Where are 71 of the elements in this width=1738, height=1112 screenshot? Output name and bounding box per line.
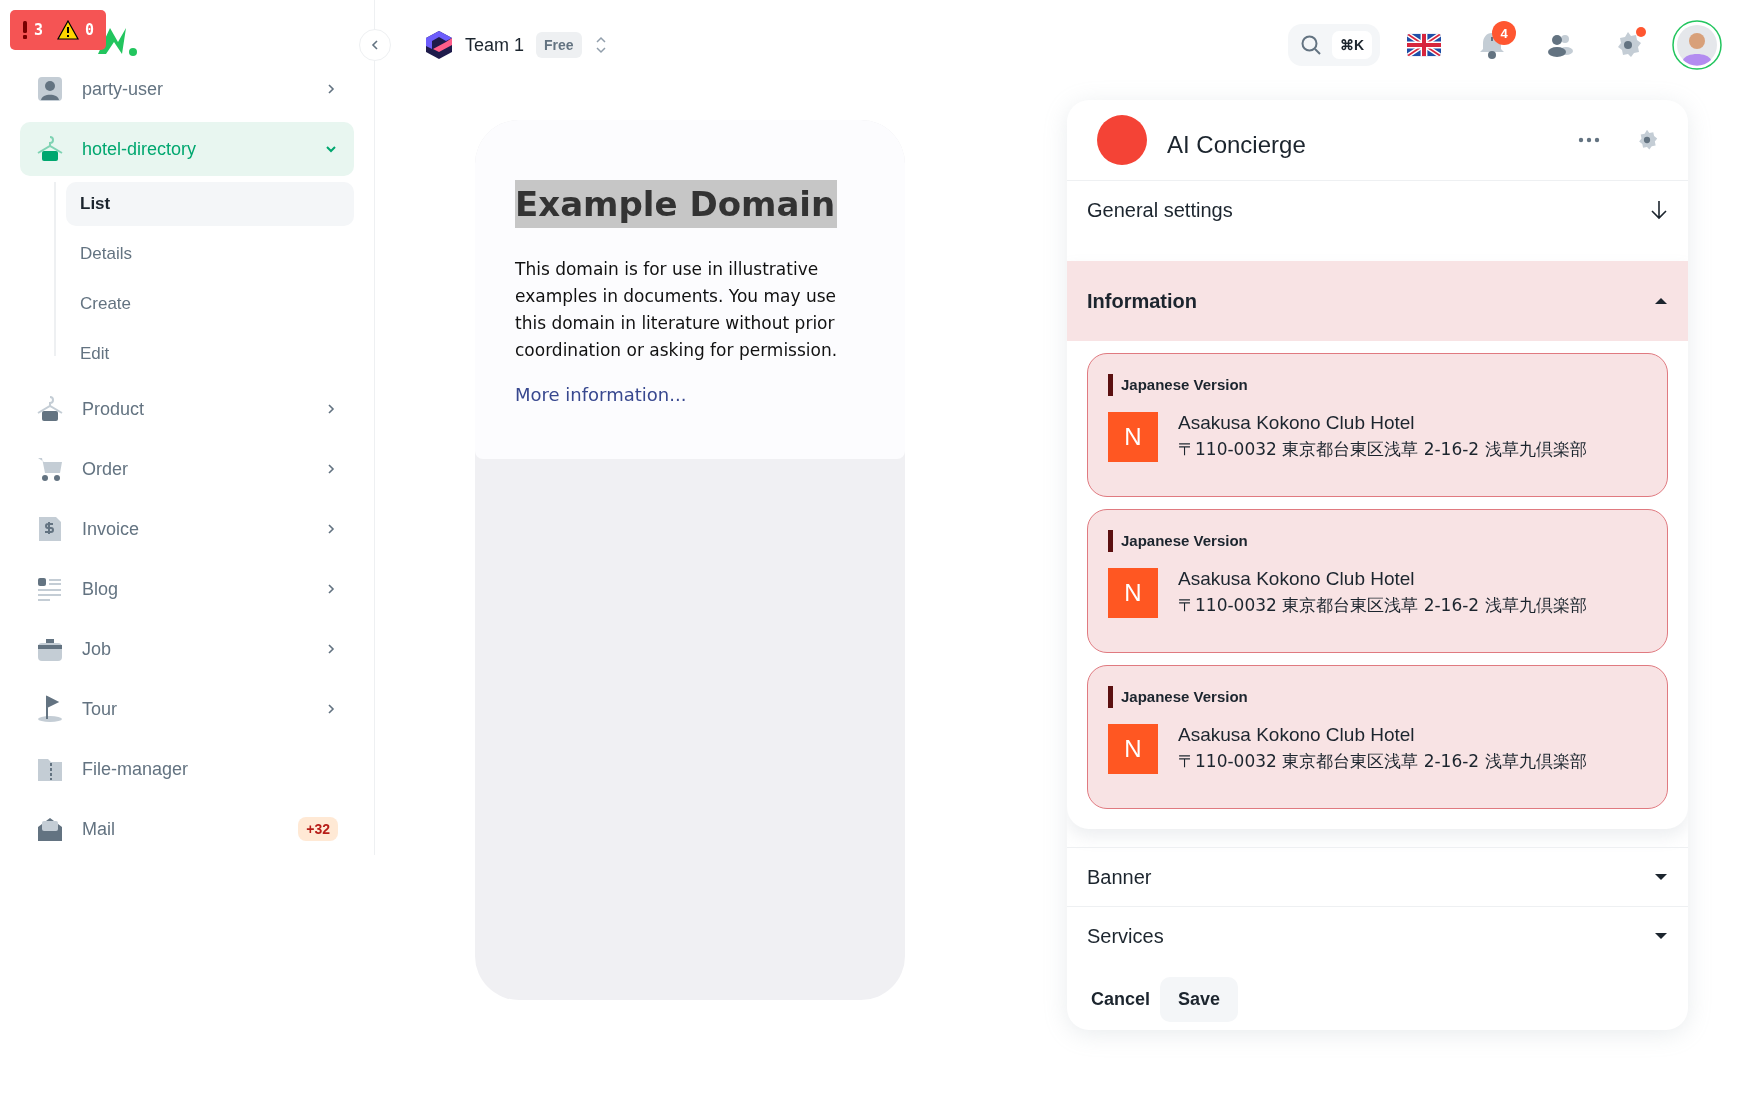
- version-tag: Japanese Version: [1108, 530, 1248, 552]
- submenu-item[interactable]: Details: [66, 232, 354, 276]
- team-name[interactable]: Team 1: [465, 34, 525, 56]
- notification-count: 4: [1492, 21, 1516, 45]
- sidebar-item[interactable]: Product: [20, 382, 354, 436]
- submenu-item[interactable]: Create: [66, 282, 354, 326]
- invoice-icon: [36, 515, 64, 543]
- avatar: [1097, 115, 1147, 165]
- caret-icon: [1654, 932, 1668, 940]
- sidebar-item[interactable]: File-manager: [20, 742, 354, 796]
- hotel-name: Asakusa Kokono Club Hotel: [1178, 412, 1416, 434]
- exclamation-icon: [22, 21, 28, 39]
- version-tag: Japanese Version: [1108, 686, 1248, 708]
- more-info-link[interactable]: More information...: [515, 384, 687, 405]
- sort-icon[interactable]: [593, 35, 608, 55]
- section-header[interactable]: Services: [1067, 906, 1688, 965]
- blog-icon: [36, 575, 64, 603]
- cart-icon: [36, 455, 64, 483]
- hanger-icon: [36, 395, 64, 423]
- avatar[interactable]: [1672, 20, 1722, 70]
- count-badge: +32: [298, 817, 338, 841]
- section-header[interactable]: General settings: [1067, 181, 1688, 261]
- hanger-icon: [36, 135, 64, 163]
- search-icon: [1299, 34, 1322, 56]
- arrow-down-icon: [1650, 199, 1668, 221]
- sidebar-item[interactable]: party-user: [20, 62, 354, 116]
- panel-title: AI Concierge: [1167, 130, 1307, 159]
- submenu-item[interactable]: Edit: [66, 332, 354, 376]
- caret-icon: [1654, 297, 1668, 305]
- sidebar-item[interactable]: hotel-directory: [20, 122, 354, 176]
- search-button[interactable]: ⌘K: [1287, 24, 1380, 66]
- cancel-button[interactable]: Cancel: [1087, 977, 1155, 1022]
- hotel-address: 〒110-0032 東京都台東区浅草 2-16-2 浅草九倶楽部: [1178, 750, 1587, 773]
- chevron-icon: [370, 39, 380, 51]
- page-heading: Example Domain: [515, 180, 838, 228]
- initial-avatar: N: [1108, 568, 1158, 618]
- hotel-name: Asakusa Kokono Club Hotel: [1178, 724, 1416, 746]
- sidebar-item[interactable]: Job: [20, 622, 354, 676]
- more-icon[interactable]: [1578, 137, 1600, 143]
- hotel-name: Asakusa Kokono Club Hotel: [1178, 568, 1416, 590]
- caret-icon: [1654, 873, 1668, 881]
- error-count: 3: [34, 21, 44, 39]
- user-icon: [36, 75, 64, 103]
- warning-icon: [57, 20, 80, 40]
- sidebar-item[interactable]: Invoice: [20, 502, 354, 556]
- settings-icon[interactable]: [1636, 129, 1658, 151]
- contacts-icon[interactable]: [1547, 33, 1573, 57]
- mail-icon: [36, 815, 64, 843]
- page-paragraph: This domain is for use in illustrative examples in documents. You may use this domain in literature without prior coordination or asking for permission.: [515, 258, 839, 362]
- section-header[interactable]: Banner: [1067, 847, 1688, 906]
- version-tag: Japanese Version: [1108, 374, 1248, 396]
- warning-count: 0: [85, 21, 95, 39]
- hotel-address: 〒110-0032 東京都台東区浅草 2-16-2 浅草九倶楽部: [1178, 594, 1587, 617]
- flag-icon: [36, 695, 64, 723]
- sidebar-item[interactable]: Tour: [20, 682, 354, 736]
- team-logo-icon: [425, 30, 453, 60]
- hotel-address: 〒110-0032 東京都台東区浅草 2-16-2 浅草九倶楽部: [1178, 438, 1587, 461]
- error-badge[interactable]: 3 0: [10, 10, 107, 50]
- sidebar-item[interactable]: Blog: [20, 562, 354, 616]
- sidebar-item[interactable]: Mail +32: [20, 802, 354, 855]
- save-button[interactable]: Save: [1160, 977, 1239, 1022]
- initial-avatar: N: [1108, 412, 1158, 462]
- initial-avatar: N: [1108, 724, 1158, 774]
- hotel-card[interactable]: Japanese Version N Asakusa Kokono Club Hotel 〒110-0032 東京都台東区浅草 2-16-2 浅草九倶楽部: [1087, 665, 1668, 809]
- hotel-card[interactable]: Japanese Version N Asakusa Kokono Club Hotel 〒110-0032 東京都台東区浅草 2-16-2 浅草九倶楽部: [1087, 509, 1668, 653]
- flag-icon[interactable]: [1407, 32, 1441, 58]
- hotel-card[interactable]: Japanese Version N Asakusa Kokono Club Hotel 〒110-0032 東京都台東区浅草 2-16-2 浅草九倶楽部: [1087, 353, 1668, 497]
- sidebar-item[interactable]: Order: [20, 442, 354, 496]
- submenu-item[interactable]: List: [66, 182, 354, 226]
- section-header[interactable]: Information: [1067, 261, 1688, 341]
- plan-label: Free: [536, 32, 582, 58]
